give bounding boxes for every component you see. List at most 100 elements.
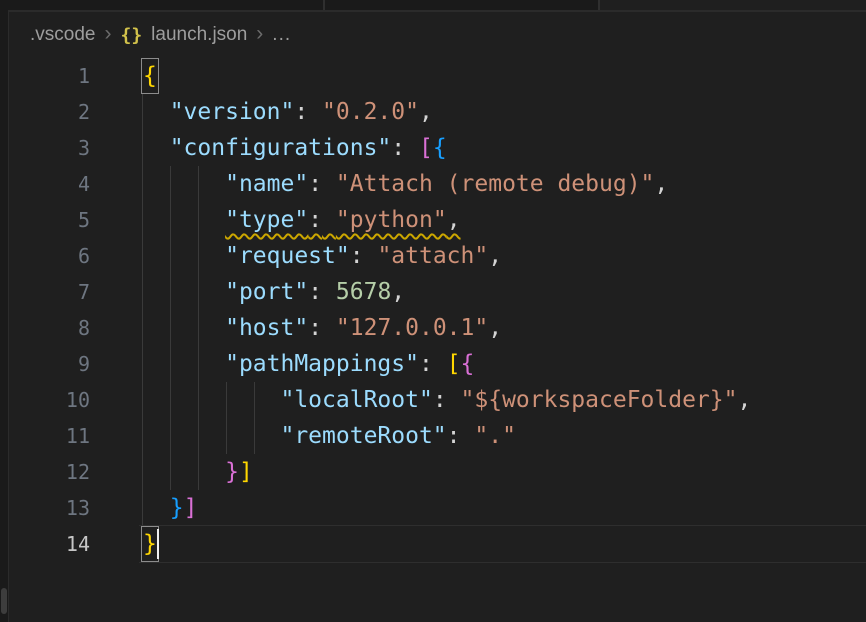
chevron-right-icon: ›: [104, 23, 111, 44]
code-line[interactable]: 2 "version": "0.2.0",: [9, 94, 866, 130]
code-line[interactable]: 5 "type": "python",: [9, 202, 866, 238]
code-token: ,: [488, 243, 502, 269]
code-token: ".": [474, 423, 516, 449]
code-line[interactable]: 9 "pathMappings": [{: [9, 346, 866, 382]
code-token: }: [170, 495, 184, 521]
code-token: {: [461, 351, 475, 377]
code-line[interactable]: 11 "remoteRoot": ".": [9, 418, 866, 454]
code-text: "configurations": [{: [90, 130, 447, 166]
line-number[interactable]: 14: [9, 526, 90, 562]
tab-separator: [598, 0, 600, 10]
line-number[interactable]: 1: [9, 58, 90, 94]
code-token: [405, 135, 419, 161]
tab-bar: [0, 0, 866, 12]
code-line[interactable]: 10 "localRoot": "${workspaceFolder}",: [9, 382, 866, 418]
code-text: "request": "attach",: [90, 238, 502, 274]
sidebar-edge: [0, 10, 9, 622]
line-number[interactable]: 10: [9, 382, 90, 418]
code-text: }]: [90, 454, 253, 490]
code-token: "host": [225, 315, 308, 341]
code-token: [142, 243, 225, 269]
code-line[interactable]: 3 "configurations": [{: [9, 130, 866, 166]
code-token: ]: [239, 459, 253, 485]
code-token: :: [308, 171, 322, 197]
code-text: {: [90, 58, 158, 94]
active-tab[interactable]: [599, 0, 866, 10]
chevron-right-icon: ›: [256, 23, 263, 44]
code-line[interactable]: 4 "name": "Attach (remote debug)",: [9, 166, 866, 202]
code-token: [142, 171, 225, 197]
code-line[interactable]: 6 "request": "attach",: [9, 238, 866, 274]
code-token: [: [419, 135, 433, 161]
code-token: [364, 243, 378, 269]
code-token: ,: [654, 171, 668, 197]
code-token: [142, 315, 225, 341]
code-text: "type": "python",: [90, 202, 461, 238]
code-token: [142, 495, 170, 521]
tab-separator: [323, 0, 325, 10]
line-number[interactable]: 12: [9, 454, 90, 490]
code-line[interactable]: 7 "port": 5678,: [9, 274, 866, 310]
line-number[interactable]: 11: [9, 418, 90, 454]
code-token: ,: [391, 279, 405, 305]
code-token: ,: [737, 387, 751, 413]
code-token: "type": [225, 207, 308, 233]
code-token: :: [391, 135, 405, 161]
code-token: "python": [336, 207, 447, 233]
code-token: {: [433, 135, 447, 161]
code-token: }: [142, 527, 158, 561]
line-number[interactable]: 13: [9, 490, 90, 526]
code-token: :: [308, 279, 322, 305]
code-token: :: [447, 423, 461, 449]
code-token: [322, 279, 336, 305]
code-token: {: [142, 59, 158, 93]
breadcrumb-file[interactable]: launch.json: [151, 24, 247, 46]
line-number[interactable]: 7: [9, 274, 90, 310]
line-number[interactable]: 8: [9, 310, 90, 346]
code-token: "attach": [377, 243, 488, 269]
vscode-window: .vscode › {} launch.json › ... 1{2 "vers…: [0, 0, 866, 622]
code-token: ,: [447, 207, 461, 233]
code-text: "port": 5678,: [90, 274, 405, 310]
code-line[interactable]: 13 }]: [9, 490, 866, 526]
code-token: "remoteRoot": [280, 423, 446, 449]
breadcrumb: .vscode › {} launch.json › ...: [9, 12, 866, 58]
code-text: "pathMappings": [{: [90, 346, 474, 382]
scrollbar-thumb[interactable]: [1, 588, 7, 614]
code-token: [322, 171, 336, 197]
json-file-icon: {}: [120, 25, 142, 46]
code-token: "port": [225, 279, 308, 305]
breadcrumb-symbol-more[interactable]: ...: [272, 24, 291, 46]
code-token: :: [433, 387, 447, 413]
code-line[interactable]: 1{: [9, 58, 866, 94]
code-line[interactable]: 14}: [9, 526, 866, 562]
code-token: ,: [488, 315, 502, 341]
code-token: [142, 351, 225, 377]
code-token: ,: [419, 99, 433, 125]
line-number[interactable]: 6: [9, 238, 90, 274]
code-token: [308, 99, 322, 125]
code-token: [433, 351, 447, 377]
code-line[interactable]: 8 "host": "127.0.0.1",: [9, 310, 866, 346]
code-token: [142, 279, 225, 305]
code-lines: 1{2 "version": "0.2.0",3 "configurations…: [9, 58, 866, 562]
code-token: [142, 99, 170, 125]
code-token: [: [447, 351, 461, 377]
code-token: [322, 315, 336, 341]
line-number[interactable]: 9: [9, 346, 90, 382]
code-token: [142, 135, 170, 161]
code-token: "pathMappings": [225, 351, 419, 377]
code-token: [322, 207, 336, 233]
line-number[interactable]: 3: [9, 130, 90, 166]
code-line[interactable]: 12 }]: [9, 454, 866, 490]
code-token: "version": [170, 99, 295, 125]
code-token: ]: [184, 495, 198, 521]
line-number[interactable]: 2: [9, 94, 90, 130]
breadcrumb-folder[interactable]: .vscode: [30, 24, 95, 46]
code-token: :: [350, 243, 364, 269]
line-number[interactable]: 4: [9, 166, 90, 202]
code-token: [142, 387, 280, 413]
line-number[interactable]: 5: [9, 202, 90, 238]
code-token: "name": [225, 171, 308, 197]
code-token: "localRoot": [280, 387, 432, 413]
